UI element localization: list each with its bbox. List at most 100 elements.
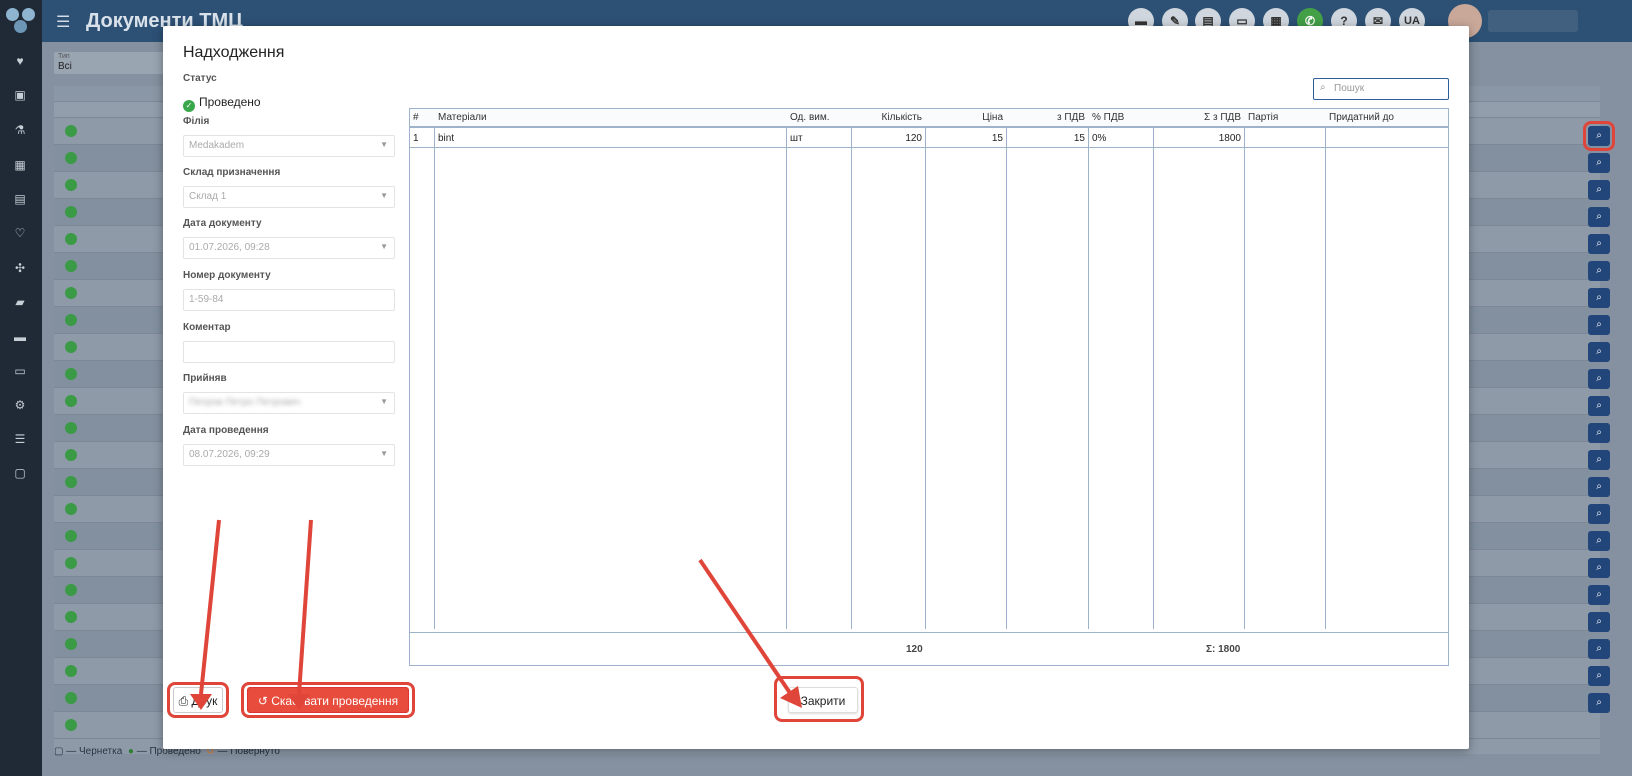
table-footer: 120 Σ: 1800 [410,632,1448,665]
view-search-icon[interactable]: ⌕ [1588,558,1610,578]
column-divider [851,109,852,629]
draft-icon: ▢ [54,746,64,757]
tools-icon[interactable]: ✣ [12,261,28,275]
book-icon[interactable]: ▰ [12,295,28,309]
view-search-icon[interactable]: ⌕ [1588,369,1610,389]
flask-icon[interactable]: ⚗ [12,123,28,137]
header-unit[interactable]: Од. вим. [787,109,851,128]
branch-select[interactable]: Medakadem ▼ [183,135,395,157]
total-sum: Σ: 1800 [1206,644,1241,655]
heart-icon[interactable]: ♥ [12,54,28,68]
doc-date-field[interactable]: 01.07.2026, 09:28 ▼ [183,237,395,259]
cell-batch [1245,130,1325,148]
status-value: ✓ Проведено [183,95,261,112]
type-filter-label: Тип [58,53,70,60]
menu-icon[interactable]: ☰ [56,12,70,32]
search-icon: ⌕ [1320,82,1326,93]
column-divider [434,109,435,629]
view-search-icon[interactable]: ⌕ [1583,121,1615,151]
view-search-icon[interactable]: ⌕ [1588,234,1610,254]
comment-label: Коментар [183,322,231,333]
calendar-icon[interactable]: ▦ [12,158,28,172]
list-icon[interactable]: ☰ [12,432,28,446]
money-icon[interactable]: ▭ [12,364,28,378]
cardio-icon[interactable]: ♡ [12,226,28,240]
view-search-icon[interactable]: ⌕ [1588,477,1610,497]
close-button[interactable]: Закрити [788,687,858,713]
view-search-icon[interactable]: ⌕ [1588,261,1610,281]
warehouse-label: Склад призначення [183,167,281,178]
posted-check-icon [65,584,77,596]
header-vat-percent[interactable]: % ПДВ [1089,109,1153,128]
header-expiry[interactable]: Придатний до [1326,109,1448,128]
post-date-field[interactable]: 08.07.2026, 09:29 ▼ [183,444,395,466]
post-date-label: Дата проведення [183,425,269,436]
accepted-by-select[interactable]: Петров Петро Петрович ▼ [183,392,395,414]
header-index[interactable]: # [410,109,434,128]
total-quantity: 120 [906,644,923,655]
view-search-icon[interactable]: ⌕ [1588,207,1610,227]
settings-icon[interactable]: ⚙ [12,398,28,412]
caret-down-icon: ▼ [380,140,388,149]
posted-check-icon [65,719,77,731]
doc-date-label: Дата документу [183,218,262,229]
caret-down-icon: ▼ [380,449,388,458]
view-search-icon[interactable]: ⌕ [1588,504,1610,524]
document-icon[interactable]: ▤ [12,192,28,206]
header-price[interactable]: Ціна [926,109,1006,128]
cell-material: bint [438,133,455,144]
caret-down-icon: ▼ [380,191,388,200]
view-search-icon[interactable]: ⌕ [1588,693,1610,713]
status-label: Статус [183,73,217,84]
cell-price: 15 [991,133,1003,144]
folder-icon[interactable]: ▬ [12,330,28,344]
column-divider [1088,109,1089,629]
view-search-icon[interactable]: ⌕ [1588,396,1610,416]
posted-check-icon [65,314,77,326]
column-divider [786,109,787,629]
caret-down-icon: ▼ [380,242,388,251]
posted-check-icon [65,638,77,650]
view-search-icon[interactable]: ⌕ [1588,288,1610,308]
table-row[interactable]: 1 bint шт 120 15 15 0% 1800 [410,130,1448,148]
search-input[interactable]: ⌕ Пошук [1313,78,1449,100]
note-icon[interactable]: ▢ [12,466,28,480]
accepted-by-label: Прийняв [183,373,227,384]
materials-table: # Матеріали Од. вим. Кількість Ціна з ПД… [409,108,1449,666]
view-search-icon[interactable]: ⌕ [1588,450,1610,470]
posted-check-icon [65,341,77,353]
print-button[interactable]: ⎙ Друк [173,687,223,713]
cancel-posting-button[interactable]: ↺ Скасувати проведення [247,687,409,713]
cell-vat-percent: 0% [1092,133,1107,144]
view-search-icon[interactable]: ⌕ [1588,315,1610,335]
view-search-icon[interactable]: ⌕ [1588,585,1610,605]
posted-check-icon [65,449,77,461]
view-search-icon[interactable]: ⌕ [1588,180,1610,200]
header-with-vat[interactable]: з ПДВ [1007,109,1088,128]
header-batch[interactable]: Партія [1245,109,1325,128]
dialog-title: Надходження [183,44,285,61]
user-name-blurred[interactable] [1488,10,1578,32]
warehouse-select[interactable]: Склад 1 ▼ [183,186,395,208]
view-search-icon[interactable]: ⌕ [1588,342,1610,362]
undo-icon: ↺ [257,694,268,708]
view-search-icon[interactable]: ⌕ [1588,666,1610,686]
header-quantity[interactable]: Кількість [852,109,925,128]
posted-check-icon [65,692,77,704]
header-sum-with-vat[interactable]: Σ з ПДВ [1154,109,1244,128]
header-materials[interactable]: Матеріали [435,109,786,128]
view-search-icon[interactable]: ⌕ [1588,423,1610,443]
app-logo[interactable] [6,6,38,36]
doc-number-field[interactable]: 1-59-84 [183,289,395,311]
print-label: Друк [191,694,218,708]
view-search-icon[interactable]: ⌕ [1588,612,1610,632]
view-search-icon[interactable]: ⌕ [1588,531,1610,551]
receipt-dialog: Надходження Статус ✓ Проведено Філія Meda… [163,26,1469,749]
comment-field[interactable] [183,341,395,363]
posted-check-icon [65,287,77,299]
view-search-icon[interactable]: ⌕ [1588,153,1610,173]
contacts-icon[interactable]: ▣ [12,88,28,102]
posted-check-icon [65,476,77,488]
view-search-icon[interactable]: ⌕ [1588,639,1610,659]
cell-sum-with-vat: 1800 [1218,133,1241,144]
